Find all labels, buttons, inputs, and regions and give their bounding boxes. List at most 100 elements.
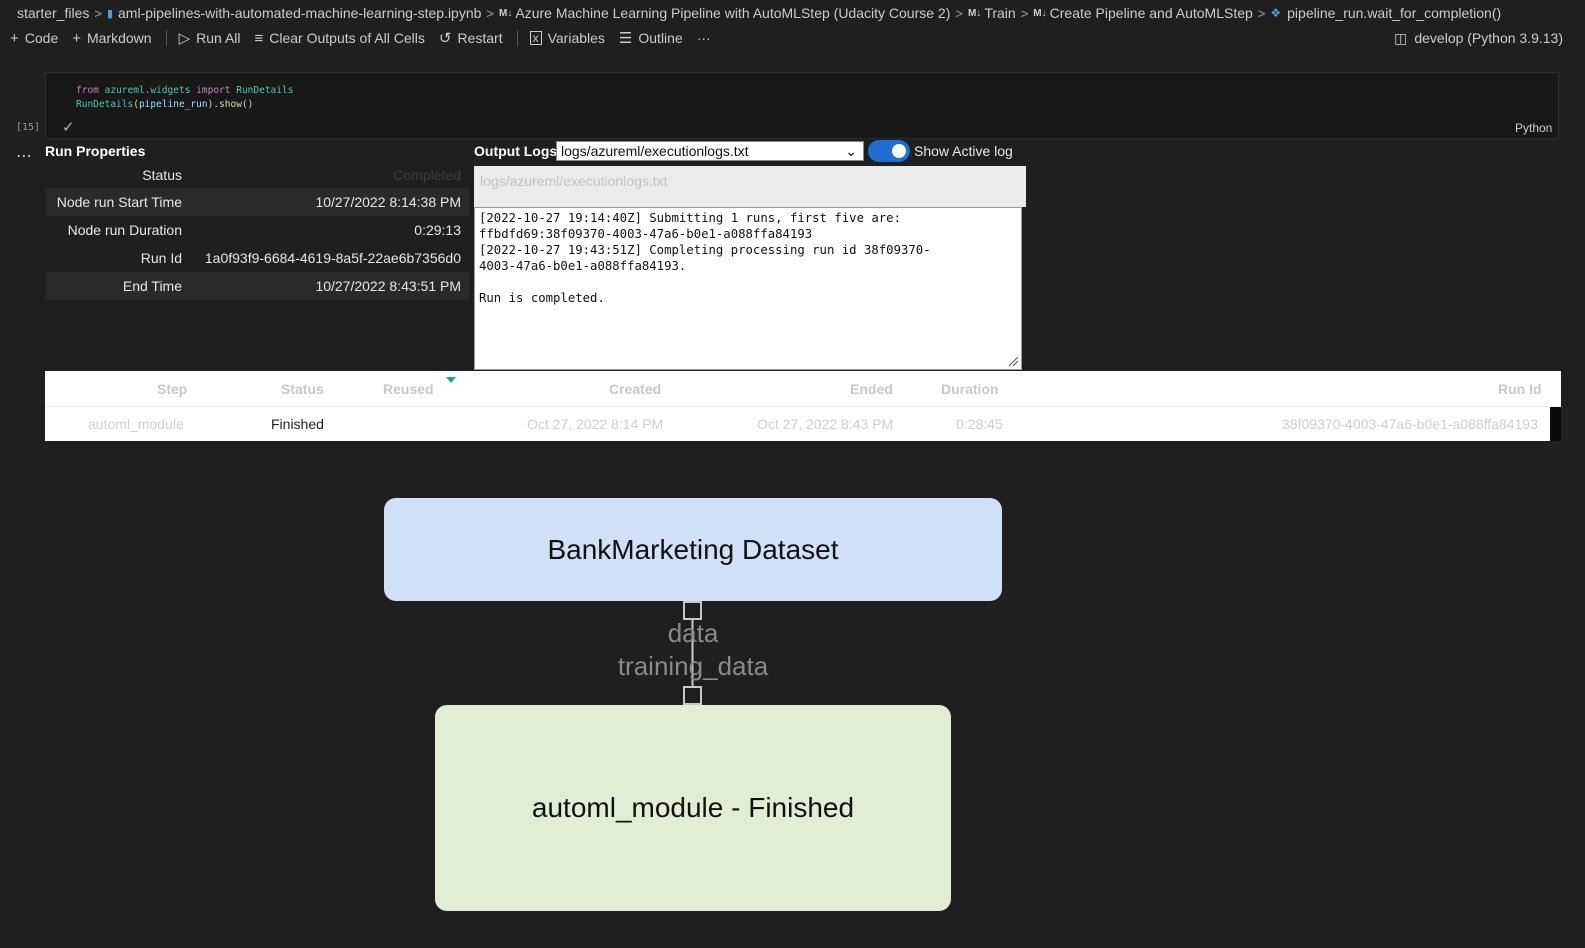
breadcrumb-item-heading[interactable]: Azure Machine Learning Pipeline with Aut…	[515, 5, 950, 21]
log-path-display: logs/azureml/executionlogs.txt	[474, 166, 1026, 207]
play-icon: ▷	[178, 30, 191, 47]
run-property-row: Node run Start Time 10/27/2022 8:14:38 P…	[45, 188, 469, 216]
plus-icon: +	[72, 29, 81, 47]
resize-handle-icon[interactable]	[1007, 355, 1019, 367]
notebook-icon: ▮	[106, 7, 114, 20]
cell-created: Oct 27, 2022 8:14 PM	[527, 416, 664, 432]
markdown-icon: M↓	[967, 7, 982, 19]
code-line-2: RunDetails(pipeline_run).show()	[76, 98, 293, 112]
breadcrumb-item-create-pipeline[interactable]: Create Pipeline and AutoMLStep	[1050, 5, 1253, 21]
chevron-right-icon: >	[1020, 5, 1029, 21]
column-header-status[interactable]: Status	[281, 381, 324, 397]
cell-ended: Oct 27, 2022 8:43 PM	[757, 416, 894, 432]
cell-step[interactable]: automl_module	[88, 416, 184, 432]
code-token: RunDetails	[236, 85, 294, 96]
restart-label: Restart	[457, 30, 503, 46]
property-value: 0:29:13	[414, 222, 461, 238]
kernel-icon: ◫	[1394, 29, 1408, 46]
output-logs-label: Output Logs	[474, 143, 558, 159]
more-icon: ···	[696, 30, 711, 46]
property-value: 10/27/2022 8:14:38 PM	[315, 194, 461, 210]
run-property-row: Run Id 1a0f93f9-6684-4619-8a5f-22ae6b735…	[45, 244, 469, 272]
output-more-icon[interactable]: ⋯	[16, 146, 33, 166]
property-key: Run Id	[140, 250, 182, 266]
run-all-label: Run All	[196, 30, 241, 46]
column-header-step[interactable]: Step	[157, 381, 187, 397]
chevron-down-icon: ⌄	[845, 143, 857, 159]
variables-button[interactable]: x Variables	[529, 30, 605, 46]
python-icon: ❖	[1270, 6, 1282, 20]
breadcrumb-item-train[interactable]: Train	[984, 5, 1015, 21]
run-property-row: Node run Duration 0:29:13	[45, 216, 469, 244]
cell-run-id[interactable]: 38f09370-4003-47a6-b0e1-a088ffa84193	[1282, 416, 1538, 432]
add-markdown-button[interactable]: + Markdown	[72, 30, 151, 47]
row-divider	[45, 406, 1561, 407]
cell-language[interactable]: Python	[1515, 121, 1552, 135]
dataset-node[interactable]: BankMarketing Dataset	[384, 498, 1002, 601]
run-properties-title: Run Properties	[45, 143, 146, 159]
steps-table: Step Status Reused Created Ended Duratio…	[45, 371, 1561, 441]
column-header-created[interactable]: Created	[609, 381, 661, 397]
markdown-icon: M↓	[499, 7, 513, 19]
code-token: .show()	[213, 99, 254, 110]
markdown-icon: M↓	[1033, 7, 1047, 19]
run-property-row: End Time 10/27/2022 8:43:51 PM	[45, 272, 469, 300]
clear-outputs-label: Clear Outputs of All Cells	[269, 30, 425, 46]
show-active-log-toggle[interactable]	[868, 140, 910, 162]
column-header-run-id[interactable]: Run Id	[1498, 381, 1542, 397]
log-textarea[interactable]: [2022-10-27 19:14:40Z] Submitting 1 runs…	[474, 207, 1022, 370]
breadcrumb-item-cell[interactable]: pipeline_run.wait_for_completion()	[1287, 5, 1501, 21]
column-header-ended[interactable]: Ended	[850, 381, 893, 397]
dataset-node-label: BankMarketing Dataset	[547, 533, 839, 565]
code-editor[interactable]: from azureml.widgets import RunDetails R…	[76, 84, 293, 112]
clear-outputs-button[interactable]: ≡ Clear Outputs of All Cells	[255, 30, 425, 47]
property-key: End Time	[122, 278, 182, 294]
property-key: Node run Duration	[67, 222, 182, 238]
kernel-label: develop (Python 3.9.13)	[1414, 30, 1563, 46]
toolbar-divider	[516, 30, 518, 46]
run-property-row: Status Completed	[45, 161, 469, 189]
breadcrumb-item-notebook[interactable]: aml-pipelines-with-automated-machine-lea…	[118, 5, 481, 21]
breadcrumb-item-folder[interactable]: starter_files	[17, 5, 89, 21]
toolbar-divider	[165, 30, 167, 46]
more-actions-button[interactable]: ···	[697, 30, 711, 46]
property-key: Status	[142, 167, 182, 183]
plus-icon: +	[10, 29, 19, 47]
property-value: 10/27/2022 8:43:51 PM	[315, 278, 461, 294]
list-icon: ☰	[618, 30, 633, 47]
kernel-picker[interactable]: ◫ develop (Python 3.9.13)	[1394, 26, 1563, 50]
automl-module-node[interactable]: automl_module - Finished	[435, 705, 951, 911]
clear-all-icon: ≡	[254, 29, 264, 47]
cell-status: Finished	[271, 416, 324, 432]
column-header-duration[interactable]: Duration	[941, 381, 999, 397]
run-all-button[interactable]: ▷ Run All	[179, 29, 241, 47]
add-code-label: Code	[24, 30, 59, 46]
toggle-knob	[892, 144, 906, 158]
execution-count: [15]	[16, 122, 41, 133]
chevron-right-icon: >	[955, 5, 963, 21]
notebook-toolbar: + Code + Markdown ▷ Run All ≡ Clear Outp…	[0, 26, 1585, 50]
code-token: pipeline_run	[138, 99, 208, 110]
outline-button[interactable]: ☰ Outline	[619, 29, 683, 47]
property-value: Completed	[393, 167, 461, 183]
edge-input-label: training_data	[617, 651, 769, 681]
chevron-right-icon: >	[1257, 5, 1266, 21]
variables-icon: x	[529, 31, 542, 45]
column-header-reused[interactable]: Reused	[383, 381, 434, 397]
restart-icon: ↺	[438, 30, 452, 47]
outline-label: Outline	[638, 30, 683, 46]
show-active-log-label: Show Active log	[914, 143, 1013, 159]
log-file-select[interactable]: logs/azureml/executionlogs.txt ⌄	[556, 141, 864, 161]
table-scrollbar[interactable]	[1550, 407, 1561, 441]
input-port-icon	[683, 686, 702, 705]
property-key: Node run Start Time	[56, 194, 182, 210]
chevron-right-icon: >	[94, 5, 102, 21]
variables-label: Variables	[547, 30, 605, 46]
add-code-button[interactable]: + Code	[10, 30, 58, 47]
success-check-icon: ✓	[62, 119, 75, 136]
sort-indicator-icon	[446, 377, 456, 383]
restart-button[interactable]: ↺ Restart	[439, 29, 503, 47]
code-token: RunDetails	[76, 99, 134, 110]
automl-module-node-label: automl_module - Finished	[531, 792, 855, 823]
add-markdown-label: Markdown	[87, 30, 152, 46]
